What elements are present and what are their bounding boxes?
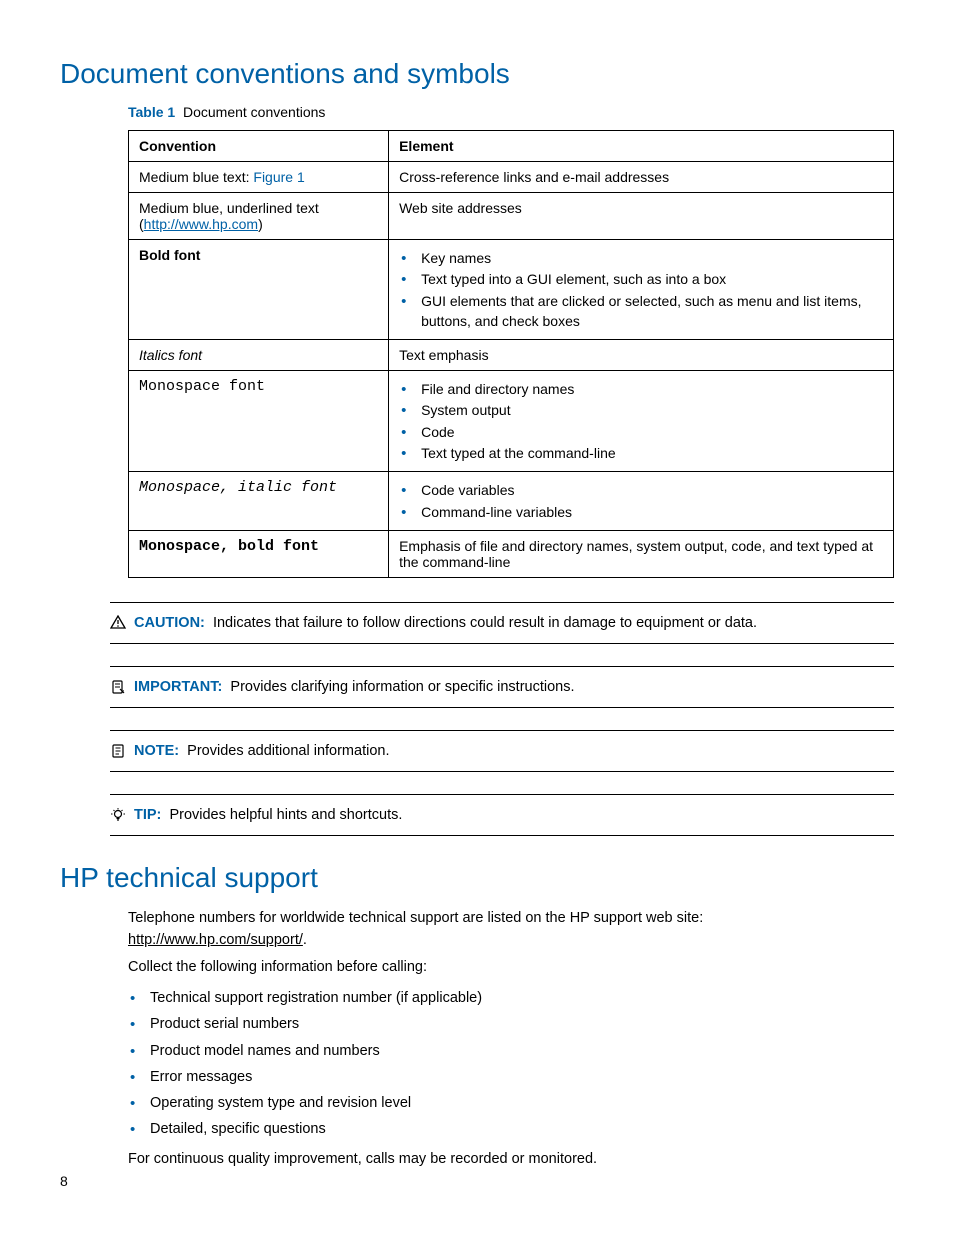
table-row: Italics font Text emphasis: [129, 340, 894, 371]
conv-text: Italics font: [129, 340, 389, 371]
table-row: Monospace font File and directory names …: [129, 371, 894, 472]
elem-text: Emphasis of file and directory names, sy…: [389, 530, 894, 577]
list-item: System output: [399, 400, 883, 420]
list-item: Command-line variables: [399, 502, 883, 522]
list-item: GUI elements that are clicked or selecte…: [399, 291, 883, 332]
list-item: Key names: [399, 248, 883, 268]
th-convention: Convention: [129, 131, 389, 162]
admonition-caution: CAUTION: Indicates that failure to follo…: [110, 602, 894, 644]
th-element: Element: [389, 131, 894, 162]
section-heading: Document conventions and symbols: [60, 58, 894, 90]
conv-text: Monospace, bold font: [129, 530, 389, 577]
list-item: Detailed, specific questions: [128, 1118, 894, 1141]
section-heading: HP technical support: [60, 862, 894, 894]
list-item: Operating system type and revision level: [128, 1092, 894, 1115]
list-item: File and directory names: [399, 379, 883, 399]
admon-lead: TIP:: [134, 807, 161, 823]
table-row: Monospace, bold font Emphasis of file an…: [129, 530, 894, 577]
conventions-table: Convention Element Medium blue text: Fig…: [128, 130, 894, 578]
body-paragraph: Collect the following information before…: [128, 957, 894, 979]
list-item: Technical support registration number (i…: [128, 987, 894, 1010]
admonition-note: NOTE: Provides additional information.: [110, 730, 894, 772]
tip-icon: [110, 807, 126, 823]
admon-text: Provides helpful hints and shortcuts.: [169, 807, 402, 823]
table-caption-text: Document conventions: [183, 104, 325, 120]
elem-text: Cross-reference links and e-mail address…: [389, 162, 894, 193]
admon-text: Provides additional information.: [187, 743, 389, 759]
body-paragraph: Telephone numbers for worldwide technica…: [128, 908, 894, 952]
elem-text: Text emphasis: [389, 340, 894, 371]
table-row: Medium blue text: Figure 1 Cross-referen…: [129, 162, 894, 193]
admon-lead: CAUTION:: [134, 615, 205, 631]
conv-text: Medium blue, underlined text: [139, 200, 319, 216]
list-item: Code: [399, 422, 883, 442]
admon-text: Provides clarifying information or speci…: [230, 679, 574, 695]
caution-icon: [110, 615, 126, 629]
admonition-tip: TIP: Provides helpful hints and shortcut…: [110, 794, 894, 836]
conv-text: Medium blue text:: [139, 169, 253, 185]
web-link[interactable]: http://www.hp.com: [144, 216, 258, 232]
paren: ): [258, 216, 263, 232]
list-item: Product serial numbers: [128, 1013, 894, 1036]
list-item: Error messages: [128, 1066, 894, 1089]
admonition-important: IMPORTANT: Provides clarifying informati…: [110, 666, 894, 708]
list-item: Text typed at the command-line: [399, 443, 883, 463]
elem-text: Web site addresses: [389, 193, 894, 240]
table-row: Bold font Key names Text typed into a GU…: [129, 240, 894, 340]
table-row: Medium blue, underlined text (http://www…: [129, 193, 894, 240]
admon-lead: IMPORTANT:: [134, 679, 222, 695]
conv-text: Monospace, italic font: [129, 472, 389, 531]
page-number: 8: [60, 1173, 68, 1189]
table-caption-lead: Table 1: [128, 104, 175, 120]
conv-text: Monospace font: [129, 371, 389, 472]
table-caption: Table 1 Document conventions: [128, 104, 894, 120]
xref-link[interactable]: Figure 1: [253, 169, 304, 185]
list-item: Text typed into a GUI element, such as i…: [399, 269, 883, 289]
list-item: Product model names and numbers: [128, 1040, 894, 1063]
web-link[interactable]: http://www.hp.com/support/: [128, 932, 303, 948]
important-icon: [110, 679, 126, 695]
table-row: Monospace, italic font Code variables Co…: [129, 472, 894, 531]
admon-lead: NOTE:: [134, 743, 179, 759]
note-icon: [110, 743, 126, 759]
body-list: Technical support registration number (i…: [128, 987, 894, 1141]
conv-text: Bold font: [129, 240, 389, 340]
admon-text: Indicates that failure to follow directi…: [213, 615, 757, 631]
body-paragraph: For continuous quality improvement, call…: [128, 1149, 894, 1171]
list-item: Code variables: [399, 480, 883, 500]
